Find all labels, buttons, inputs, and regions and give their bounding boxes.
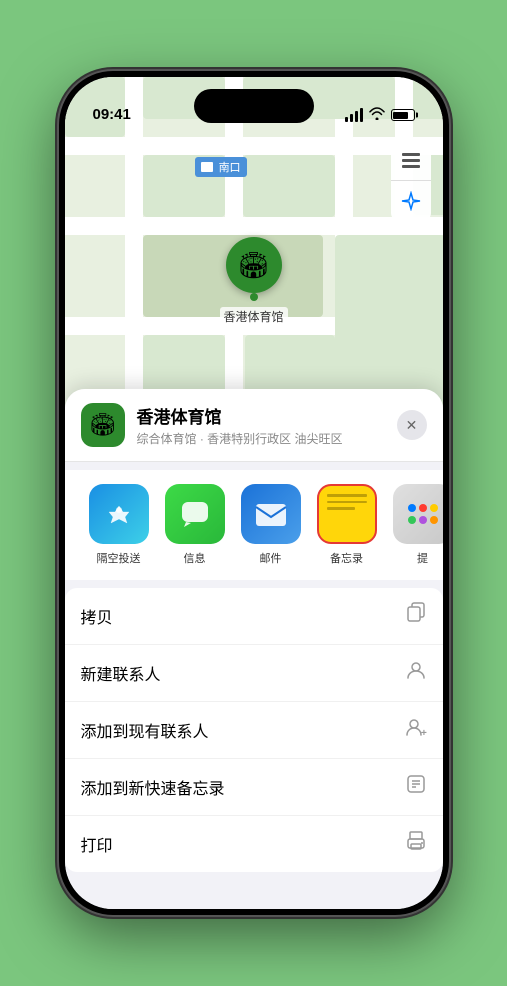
location-subtitle: 综合体育馆 · 香港特别行政区 油尖旺区 (137, 430, 385, 447)
phone-frame: 09:41 (59, 71, 449, 915)
status-icons (345, 107, 415, 125)
svg-text:+: + (421, 728, 427, 738)
wifi-icon (369, 107, 385, 123)
share-row: 隔空投送 信息 (65, 470, 443, 580)
map-area-label: 南口 (195, 157, 247, 177)
bottom-sheet: 🏟 香港体育馆 综合体育馆 · 香港特别行政区 油尖旺区 ✕ (65, 389, 443, 909)
more-label: 提 (417, 550, 428, 566)
action-print-label: 打印 (81, 832, 113, 856)
quick-note-icon (405, 773, 427, 801)
share-item-airdrop[interactable]: 隔空投送 (81, 484, 157, 566)
action-item-quick-note[interactable]: 添加到新快速备忘录 (65, 759, 443, 816)
share-item-mail[interactable]: 邮件 (233, 484, 309, 566)
action-item-copy[interactable]: 拷贝 (65, 588, 443, 645)
stadium-pin: 🏟 香港体育馆 (220, 237, 288, 326)
battery-icon (391, 109, 415, 121)
status-time: 09:41 (93, 106, 131, 125)
action-quick-note-label: 添加到新快速备忘录 (81, 775, 225, 799)
more-icon (393, 484, 443, 544)
pin-emoji: 🏟 (237, 250, 270, 281)
share-item-messages[interactable]: 信息 (157, 484, 233, 566)
action-item-new-contact[interactable]: 新建联系人 (65, 645, 443, 702)
signal-bars-icon (345, 108, 363, 122)
action-new-contact-label: 新建联系人 (81, 661, 161, 685)
location-card: 🏟 香港体育馆 综合体育馆 · 香港特别行政区 油尖旺区 ✕ (65, 389, 443, 462)
print-icon (405, 830, 427, 858)
notes-icon (317, 484, 377, 544)
action-add-existing-label: 添加到现有联系人 (81, 718, 209, 742)
phone-screen: 09:41 (65, 77, 443, 909)
airdrop-label: 隔空投送 (97, 550, 141, 566)
messages-label: 信息 (184, 550, 206, 566)
pin-circle: 🏟 (226, 237, 282, 293)
add-contact-icon: + (405, 716, 427, 744)
notes-label: 备忘录 (330, 550, 363, 566)
location-info: 香港体育馆 综合体育馆 · 香港特别行政区 油尖旺区 (137, 403, 385, 447)
share-item-more[interactable]: 提 (385, 484, 443, 566)
action-item-add-existing[interactable]: 添加到现有联系人 + (65, 702, 443, 759)
location-name: 香港体育馆 (137, 403, 385, 428)
map-location-button[interactable] (391, 181, 431, 221)
location-card-icon: 🏟 (81, 403, 125, 447)
action-list: 拷贝 新建联系人 (65, 588, 443, 872)
map-controls (391, 141, 431, 221)
copy-icon (405, 602, 427, 630)
action-copy-label: 拷贝 (81, 604, 113, 628)
map-layers-button[interactable] (391, 141, 431, 181)
action-item-print[interactable]: 打印 (65, 816, 443, 872)
messages-icon (165, 484, 225, 544)
mail-icon (241, 484, 301, 544)
mail-label: 邮件 (260, 550, 282, 566)
close-button[interactable]: ✕ (397, 410, 427, 440)
airdrop-icon (89, 484, 149, 544)
new-contact-icon (405, 659, 427, 687)
pin-label: 香港体育馆 (220, 307, 288, 326)
dynamic-island (194, 89, 314, 123)
share-item-notes[interactable]: 备忘录 (309, 484, 385, 566)
